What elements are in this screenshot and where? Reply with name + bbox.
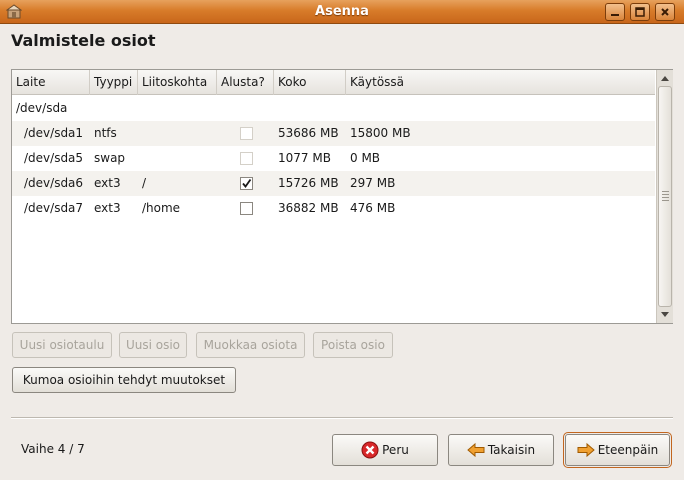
arrow-left-icon <box>467 442 485 458</box>
undo-changes-button[interactable]: Kumoa osioihin tehdyt muutokset <box>12 367 236 393</box>
cancel-button[interactable]: Peru <box>332 434 438 466</box>
column-header-used[interactable]: Käytössä <box>346 70 655 95</box>
mount-cell: /home <box>142 201 181 215</box>
window-titlebar[interactable]: Asenna <box>0 0 684 24</box>
column-header-device[interactable]: Laite <box>12 70 90 95</box>
arrow-up-icon <box>661 76 669 81</box>
table-row-sda5[interactable]: /dev/sda5 swap 1077 MB 0 MB <box>12 146 655 171</box>
column-header-size[interactable]: Koko <box>274 70 346 95</box>
scroll-up-button[interactable] <box>657 71 673 85</box>
type-cell: ext3 <box>94 201 121 215</box>
window-title: Asenna <box>315 4 369 19</box>
separator <box>11 417 673 419</box>
device-cell: /dev/sda <box>16 101 68 115</box>
table-row-sda[interactable]: /dev/sda <box>12 96 655 121</box>
close-icon <box>661 8 669 16</box>
scroll-down-button[interactable] <box>657 308 673 322</box>
used-cell: 476 MB <box>350 201 396 215</box>
minimize-icon <box>611 14 619 16</box>
format-checkbox <box>240 127 253 140</box>
table-row-sda1[interactable]: /dev/sda1 ntfs 53686 MB 15800 MB <box>12 121 655 146</box>
device-cell: /dev/sda7 <box>24 201 84 215</box>
type-cell: ext3 <box>94 176 121 190</box>
size-cell: 15726 MB <box>278 176 339 190</box>
partition-table[interactable]: Laite Tyyppi Liitoskohta Alusta? Koko Kä… <box>11 69 673 324</box>
checkmark-icon <box>242 178 252 188</box>
grip-icon <box>662 191 669 201</box>
forward-button[interactable]: Eteenpäin <box>563 432 672 468</box>
used-cell: 297 MB <box>350 176 396 190</box>
size-cell: 53686 MB <box>278 126 339 140</box>
table-row-sda6[interactable]: /dev/sda6 ext3 / 15726 MB 297 MB <box>12 171 655 196</box>
size-cell: 36882 MB <box>278 201 339 215</box>
cancel-icon <box>361 441 379 459</box>
forward-label: Eteenpäin <box>597 443 659 457</box>
back-label: Takaisin <box>487 443 536 457</box>
format-checkbox[interactable] <box>240 202 253 215</box>
type-cell: swap <box>94 151 126 165</box>
used-cell: 0 MB <box>350 151 381 165</box>
column-header-mount[interactable]: Liitoskohta <box>138 70 217 95</box>
format-checkbox <box>240 152 253 165</box>
format-checkbox[interactable] <box>240 177 253 190</box>
table-row-sda7[interactable]: /dev/sda7 ext3 /home 36882 MB 476 MB <box>12 196 655 221</box>
type-cell: ntfs <box>94 126 117 140</box>
device-cell: /dev/sda5 <box>24 151 84 165</box>
minimize-button[interactable] <box>605 3 625 21</box>
new-partition-table-button[interactable]: Uusi osiotaulu <box>12 332 112 358</box>
vertical-scrollbar[interactable] <box>656 70 673 323</box>
table-header: Laite Tyyppi Liitoskohta Alusta? Koko Kä… <box>12 70 655 95</box>
edit-partition-button[interactable]: Muokkaa osiota <box>196 332 305 358</box>
cancel-label: Peru <box>382 443 409 457</box>
back-button[interactable]: Takaisin <box>448 434 554 466</box>
used-cell: 15800 MB <box>350 126 411 140</box>
device-cell: /dev/sda1 <box>24 126 84 140</box>
maximize-icon <box>635 7 645 17</box>
step-indicator: Vaihe 4 / 7 <box>21 442 85 456</box>
page-title: Valmistele osiot <box>11 31 156 50</box>
column-header-type[interactable]: Tyyppi <box>90 70 138 95</box>
close-button[interactable] <box>655 3 675 21</box>
delete-partition-button[interactable]: Poista osio <box>313 332 393 358</box>
arrow-right-icon <box>577 442 595 458</box>
column-header-format[interactable]: Alusta? <box>217 70 274 95</box>
device-cell: /dev/sda6 <box>24 176 84 190</box>
mount-cell: / <box>142 176 147 190</box>
maximize-button[interactable] <box>630 3 650 21</box>
arrow-down-icon <box>661 312 669 317</box>
scrollbar-thumb[interactable] <box>658 86 672 307</box>
new-partition-button[interactable]: Uusi osio <box>119 332 187 358</box>
size-cell: 1077 MB <box>278 151 331 165</box>
